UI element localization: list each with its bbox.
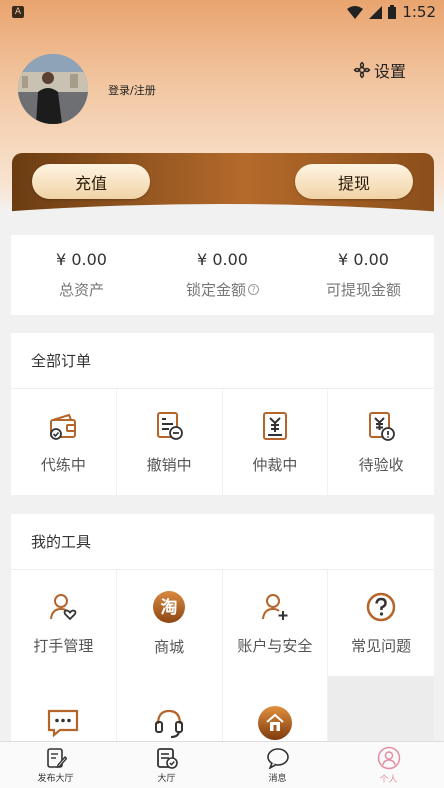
asset-value: ¥ 0.00 bbox=[56, 250, 107, 269]
tool-mall[interactable]: 淘 商城 bbox=[117, 570, 223, 676]
total-assets[interactable]: ¥ 0.00 总资产 bbox=[11, 235, 152, 315]
login-register-link[interactable]: 登录/注册 bbox=[108, 82, 156, 98]
chat-icon bbox=[266, 747, 289, 769]
tool-account-security[interactable]: 账户与安全 bbox=[223, 570, 329, 676]
taobao-glyph: 淘 bbox=[161, 597, 178, 618]
wifi-icon bbox=[347, 5, 364, 19]
orders-grid: 代练中 撤销中 仲裁中 待验收 bbox=[11, 389, 434, 495]
tool-label: 商城 bbox=[154, 637, 185, 656]
tools-title: 我的工具 bbox=[11, 514, 434, 570]
orders-title[interactable]: 全部订单 bbox=[11, 333, 434, 389]
status-bar: A 1:52 bbox=[0, 0, 444, 24]
person-heart-icon bbox=[50, 593, 77, 620]
bottom-nav: 发布大厅 大厅 消息 个人 bbox=[0, 741, 444, 788]
orders-card: 全部订单 代练中 撤销中 仲裁中 待验收 bbox=[11, 333, 434, 495]
order-label: 撤销中 bbox=[146, 455, 192, 474]
house-badge-icon bbox=[257, 706, 292, 740]
nav-publish-hall[interactable]: 发布大厅 bbox=[0, 742, 111, 788]
signal-icon bbox=[369, 5, 383, 19]
settings-label: 设置 bbox=[373, 62, 406, 81]
tools-card: 我的工具 打手管理 淘 商城 账户与安全 常见问题 bbox=[11, 514, 434, 782]
help-icon[interactable]: ? bbox=[248, 284, 259, 295]
chat-bubble-icon bbox=[48, 709, 79, 738]
person-add-icon bbox=[261, 593, 288, 620]
asset-label: 总资产 bbox=[58, 281, 104, 299]
nav-label: 大厅 bbox=[157, 773, 176, 784]
battery-icon bbox=[388, 5, 397, 19]
order-label: 待验收 bbox=[358, 455, 404, 474]
settings-flower-icon bbox=[353, 61, 371, 79]
assets-card: ¥ 0.00 总资产 ¥ 0.00 锁定金额 ? ¥ 0.00 可提现金额 bbox=[11, 235, 434, 315]
wallet-check-icon bbox=[50, 413, 77, 440]
notification-icon: A bbox=[12, 6, 24, 18]
edit-document-icon bbox=[46, 747, 67, 768]
question-icon bbox=[366, 592, 396, 621]
nav-messages[interactable]: 消息 bbox=[222, 742, 333, 788]
asset-label: 锁定金额 bbox=[185, 281, 246, 299]
tool-player-management[interactable]: 打手管理 bbox=[11, 570, 117, 676]
taobao-icon: 淘 bbox=[153, 590, 186, 623]
recharge-button[interactable]: 充值 bbox=[32, 164, 150, 199]
yen-alert-document-icon bbox=[369, 411, 396, 441]
nav-profile[interactable]: 个人 bbox=[333, 742, 444, 788]
checklist-icon bbox=[156, 747, 178, 769]
person-icon bbox=[377, 746, 400, 769]
asset-label: 可提现金额 bbox=[325, 281, 401, 299]
order-arbitration[interactable]: 仲裁中 bbox=[223, 389, 329, 495]
nav-label: 发布大厅 bbox=[37, 773, 74, 784]
order-pending-acceptance[interactable]: 待验收 bbox=[328, 389, 434, 495]
tool-label: 常见问题 bbox=[351, 636, 412, 655]
withdrawable-amount[interactable]: ¥ 0.00 可提现金额 bbox=[293, 235, 434, 315]
tool-faq[interactable]: 常见问题 bbox=[328, 570, 434, 676]
asset-value: ¥ 0.00 bbox=[197, 250, 248, 269]
tool-label: 账户与安全 bbox=[237, 636, 313, 655]
withdraw-button[interactable]: 提现 bbox=[295, 164, 413, 199]
headset-icon bbox=[155, 709, 184, 738]
nav-label: 个人 bbox=[379, 774, 398, 785]
nav-label: 消息 bbox=[268, 773, 287, 784]
settings-button[interactable]: 设置 bbox=[353, 58, 406, 82]
order-label: 代练中 bbox=[40, 455, 86, 474]
tool-label: 打手管理 bbox=[33, 636, 94, 655]
status-time: 1:52 bbox=[402, 3, 436, 21]
locked-amount[interactable]: ¥ 0.00 锁定金额 ? bbox=[152, 235, 293, 315]
nav-hall[interactable]: 大厅 bbox=[111, 742, 222, 788]
order-in-progress[interactable]: 代练中 bbox=[11, 389, 117, 495]
wallet-curve bbox=[0, 204, 444, 230]
order-label: 仲裁中 bbox=[252, 455, 298, 474]
avatar[interactable] bbox=[18, 54, 88, 124]
asset-value: ¥ 0.00 bbox=[338, 250, 389, 269]
document-minus-icon bbox=[157, 411, 184, 440]
yen-document-icon bbox=[262, 411, 287, 440]
asset-label-wrap: 锁定金额 ? bbox=[186, 279, 259, 300]
order-revoking[interactable]: 撤销中 bbox=[117, 389, 223, 495]
